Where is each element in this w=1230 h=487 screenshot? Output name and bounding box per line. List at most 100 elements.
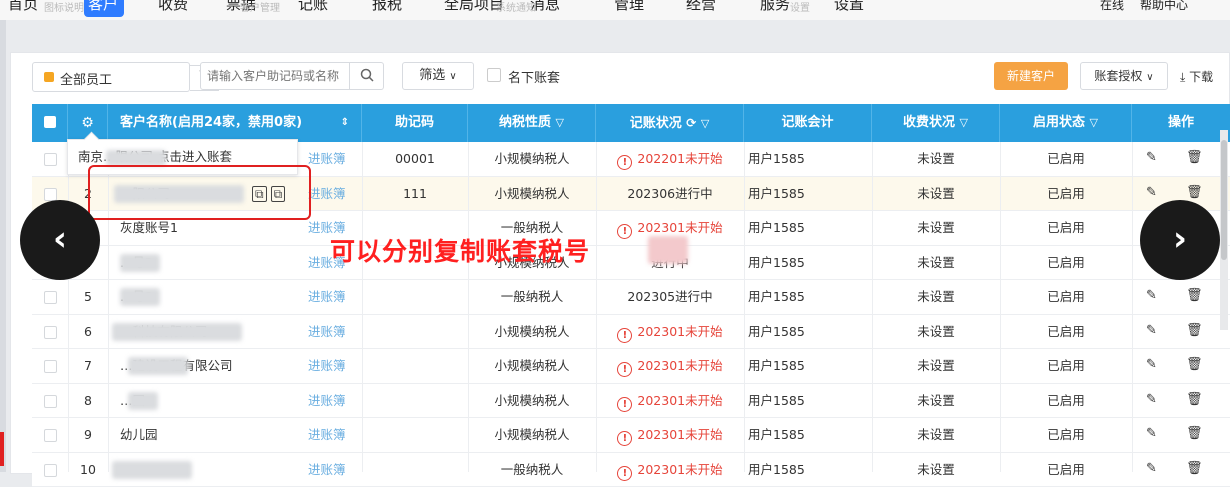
acct-status: !202201未开始 xyxy=(596,142,744,176)
annotation-text: 可以分别复制账套税号 xyxy=(330,232,590,268)
nav-item-fee[interactable]: 收费 xyxy=(158,0,188,14)
select-all-checkbox[interactable] xyxy=(44,116,56,128)
edit-icon[interactable]: ✎ xyxy=(1146,358,1160,372)
row-checkbox[interactable] xyxy=(44,291,57,304)
enable-status: 已启用 xyxy=(1000,246,1132,280)
delete-icon[interactable]: 🗑 xyxy=(1186,427,1200,441)
prev-page-button[interactable]: ‹ xyxy=(20,200,100,280)
own-ledger-checkbox[interactable] xyxy=(487,68,501,82)
row-checkbox[interactable] xyxy=(44,188,57,201)
accountant: 用户1585 xyxy=(748,142,872,176)
delete-icon[interactable]: 🗑 xyxy=(1186,358,1200,372)
row-actions: ✎🗑 xyxy=(1132,384,1230,418)
enable-status: 已启用 xyxy=(1000,142,1132,176)
filter-button[interactable]: 筛选 ∨ xyxy=(402,62,474,90)
delete-icon[interactable]: 🗑 xyxy=(1186,186,1200,200)
customer-name[interactable]: 幼儿园 xyxy=(120,418,310,452)
filter-icon[interactable]: ▽ xyxy=(960,116,968,129)
table-row[interactable]: 5…号3进账簿一般纳税人202305进行中用户1585未设置已启用✎🗑 xyxy=(32,280,1230,315)
table-row[interactable]: 8…园进账簿小规模纳税人!202301未开始用户1585未设置已启用✎🗑 xyxy=(32,384,1230,419)
nav-online[interactable]: 在线 xyxy=(1100,0,1124,13)
filter-icon[interactable]: ▽ xyxy=(1090,116,1098,129)
table-row[interactable]: 7…建设工程有限公司进账簿小规模纳税人!202301未开始用户1585未设置已启… xyxy=(32,349,1230,384)
enter-ledger-link[interactable]: 进账簿 xyxy=(308,142,362,176)
enter-ledger-link[interactable]: 进账簿 xyxy=(308,177,362,211)
tax-type: 小规模纳税人 xyxy=(468,349,596,383)
accountant: 用户1585 xyxy=(748,349,872,383)
table-scrollbar[interactable] xyxy=(1220,130,1228,330)
refresh-icon[interactable]: ⟳ xyxy=(686,116,696,130)
search-icon xyxy=(360,68,374,82)
download-label: 下载 xyxy=(1189,70,1213,84)
header-accountant: 记账会计 xyxy=(744,104,872,142)
delete-icon[interactable]: 🗑 xyxy=(1186,462,1200,476)
nav-item-manage[interactable]: 管理 xyxy=(614,0,644,14)
table-row[interactable]: 4…号2进账簿小规模纳税人进行中用户1585未设置已启用✎🗑 xyxy=(32,246,1230,281)
chevron-right-icon: › xyxy=(1173,219,1187,259)
row-checkbox[interactable] xyxy=(44,429,57,442)
next-page-button[interactable]: › xyxy=(1140,200,1220,280)
nav-item-settings[interactable]: 设置 xyxy=(834,0,864,14)
delete-icon[interactable]: 🗑 xyxy=(1186,151,1200,165)
nav-faint-label: 图标说明 xyxy=(44,0,84,14)
enable-status: 已启用 xyxy=(1000,384,1132,418)
delete-icon[interactable]: 🗑 xyxy=(1186,289,1200,303)
ledger-auth-label: 账套授权 xyxy=(1094,69,1142,83)
nav-item-service[interactable]: 服务 xyxy=(760,0,790,14)
nav-item-ledger[interactable]: 记账 xyxy=(298,0,328,14)
nav-item-tax[interactable]: 报税 xyxy=(372,0,402,14)
filter-icon[interactable]: ▽ xyxy=(556,116,564,129)
search-button[interactable] xyxy=(350,62,384,90)
enter-ledger-link[interactable]: 进账簿 xyxy=(308,418,362,452)
edit-icon[interactable]: ✎ xyxy=(1146,151,1160,165)
table-row[interactable]: 9幼儿园进账簿小规模纳税人!202301未开始用户1585未设置已启用✎🗑 xyxy=(32,418,1230,453)
enable-status: 已启用 xyxy=(1000,315,1132,349)
nav-item-home[interactable]: 首页 xyxy=(8,0,38,14)
row-checkbox[interactable] xyxy=(44,153,57,166)
fee-status: 未设置 xyxy=(872,384,1000,418)
header-customer[interactable]: 客户名称(启用24家，禁用0家) ⇕ xyxy=(108,104,362,142)
download-button[interactable]: ⤓ 下载 xyxy=(1180,68,1213,85)
nav-item-business[interactable]: 经营 xyxy=(686,0,716,14)
acct-status-text: 202305进行中 xyxy=(627,289,712,304)
row-checkbox[interactable] xyxy=(44,395,57,408)
edit-icon[interactable]: ✎ xyxy=(1146,186,1160,200)
nav-item-project[interactable]: 全局项目 xyxy=(444,0,504,14)
enter-ledger-link[interactable]: 进账簿 xyxy=(308,453,362,487)
enter-ledger-link[interactable]: 进账簿 xyxy=(308,315,362,349)
nav-help[interactable]: 帮助中心 xyxy=(1140,0,1188,13)
fee-status: 未设置 xyxy=(872,418,1000,452)
ledger-auth-button[interactable]: 账套授权 ∨ xyxy=(1080,62,1168,90)
delete-icon[interactable]: 🗑 xyxy=(1186,393,1200,407)
edit-icon[interactable]: ✎ xyxy=(1146,324,1160,338)
sort-icon[interactable]: ⇕ xyxy=(341,104,349,142)
acct-status: !202301未开始 xyxy=(596,349,744,383)
edit-icon[interactable]: ✎ xyxy=(1146,427,1160,441)
highlight-box xyxy=(88,165,311,220)
row-number: 9 xyxy=(68,418,108,452)
new-customer-button[interactable]: 新建客户 xyxy=(994,62,1068,90)
acct-status: !202301未开始 xyxy=(596,315,744,349)
edit-icon[interactable]: ✎ xyxy=(1146,393,1160,407)
accountant: 用户1585 xyxy=(748,384,872,418)
filter-icon[interactable]: ▽ xyxy=(701,117,709,130)
warning-icon: ! xyxy=(617,224,632,239)
row-checkbox[interactable] xyxy=(44,464,57,477)
gear-icon[interactable]: ⚙ xyxy=(81,115,94,131)
edit-icon[interactable]: ✎ xyxy=(1146,462,1160,476)
row-checkbox[interactable] xyxy=(44,360,57,373)
mnemonic-code xyxy=(362,418,468,452)
scrollbar-thumb[interactable] xyxy=(1221,140,1227,260)
staff-select[interactable]: 全部员工 ﹀ xyxy=(32,62,190,92)
table-row[interactable]: 10…进账簿一般纳税人!202301未开始用户1585未设置已启用✎🗑 xyxy=(32,453,1230,487)
header-checkbox-cell xyxy=(32,104,68,142)
edit-icon[interactable]: ✎ xyxy=(1146,289,1160,303)
enter-ledger-link[interactable]: 进账簿 xyxy=(308,384,362,418)
staff-icon xyxy=(44,72,54,82)
enter-ledger-link[interactable]: 进账簿 xyxy=(308,349,362,383)
delete-icon[interactable]: 🗑 xyxy=(1186,324,1200,338)
search-input[interactable] xyxy=(200,62,350,90)
nav-item-customer[interactable]: 客户 xyxy=(88,0,118,14)
row-checkbox[interactable] xyxy=(44,326,57,339)
enter-ledger-link[interactable]: 进账簿 xyxy=(308,280,362,314)
